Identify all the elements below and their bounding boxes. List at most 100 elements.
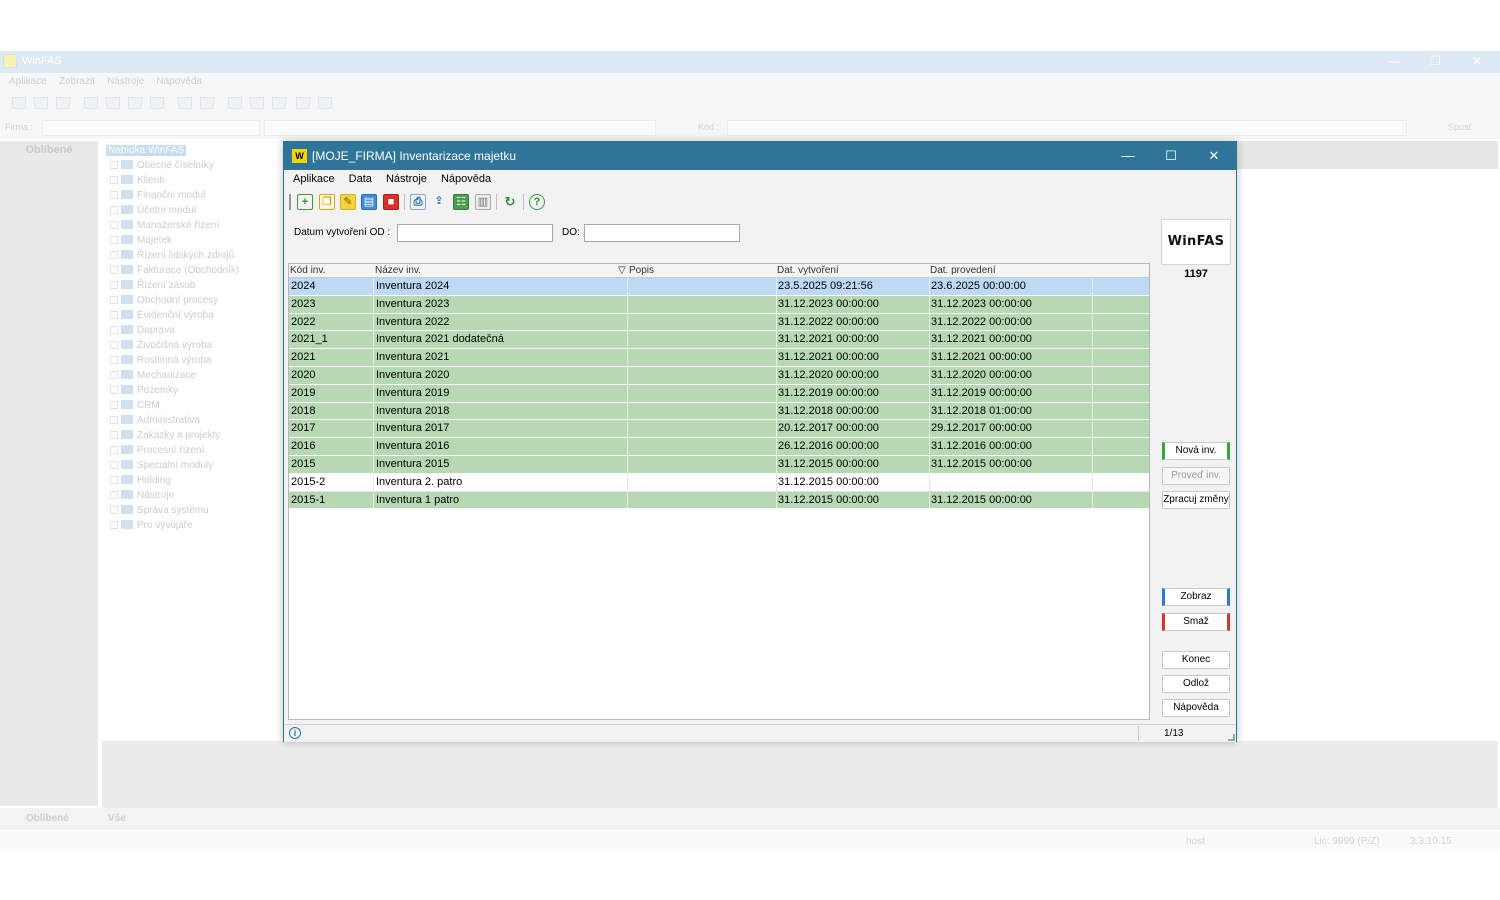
table-row[interactable]: 2019 Inventura 2019 31.12.2019 00:00:00 31.…	[289, 384, 1149, 403]
table-row[interactable]: 2024 Inventura 2024 23.5.2025 09:21:56 23.6…	[289, 278, 1149, 296]
column-divider	[1092, 455, 1093, 474]
cell-nazev: Inventura 2017	[376, 422, 450, 435]
column-divider	[373, 420, 374, 439]
column-header-kod[interactable]: Kód inv.	[290, 265, 325, 276]
table-row[interactable]: 2023 Inventura 2023 31.12.2023 00:00:00 31.…	[289, 295, 1149, 314]
table-row[interactable]: 2018 Inventura 2018 31.12.2018 00:00:00 31.…	[289, 402, 1149, 421]
date-to-input[interactable]	[584, 224, 740, 242]
column-filter-icon[interactable]: ▽	[618, 265, 626, 276]
grid-icon[interactable]: ☷	[453, 194, 469, 210]
cell-kod: 2023	[291, 297, 316, 310]
column-header-nazev[interactable]: Název inv.	[375, 265, 421, 276]
dialog-titlebar[interactable]: W [MOJE_FIRMA] Inventarizace majetku — ☐…	[284, 142, 1236, 170]
cell-provedeni: 31.12.2022 00:00:00	[931, 315, 1032, 328]
column-header-popis[interactable]: Popis	[629, 265, 654, 276]
bg-tree-item-label: Řízení zásob	[137, 280, 196, 291]
cell-provedeni: 31.12.2023 00:00:00	[931, 297, 1032, 310]
cell-provedeni: 31.12.2020 00:00:00	[931, 368, 1032, 381]
info-icon[interactable]: i	[289, 727, 301, 739]
bg-tree-item-label: Mechanizace	[137, 370, 196, 381]
bg-tree-item: Manažerské řízení	[110, 220, 219, 235]
table-row[interactable]: 2016 Inventura 2016 26.12.2016 00:00:00 31.…	[289, 438, 1149, 456]
close-button[interactable]: ✕	[1194, 145, 1234, 167]
cell-nazev: Inventura 2. patro	[376, 475, 463, 488]
delete-record-icon[interactable]: ■	[383, 194, 399, 210]
resize-grip-icon[interactable]	[1228, 734, 1235, 741]
column-divider	[776, 438, 777, 456]
bg-expand-icon	[110, 341, 118, 349]
column-divider	[1092, 384, 1093, 403]
menu-nastroje[interactable]: Nástroje	[386, 173, 427, 185]
column-divider	[1092, 313, 1093, 332]
minimize-button[interactable]: —	[1108, 145, 1148, 167]
table-row[interactable]: 2021 Inventura 2021 31.12.2021 00:00:00 31.…	[289, 349, 1149, 367]
date-from-label: Datum vytvoření OD :	[294, 227, 391, 238]
bg-folder-icon	[121, 355, 133, 364]
columns-icon[interactable]: ▥	[475, 194, 491, 210]
bg-tree-item-label: Evidenční výroba	[137, 310, 214, 321]
bg-toolbar-icon	[128, 97, 142, 109]
delete-button[interactable]: Smaž	[1162, 613, 1230, 631]
bg-folder-icon	[121, 325, 133, 334]
bg-toolbar	[0, 91, 1500, 117]
bg-bottom-tabs: Oblíbené Vše	[0, 808, 1500, 830]
export-icon[interactable]: ⇪	[431, 194, 447, 210]
show-button[interactable]: Zobraz	[1162, 588, 1230, 606]
process-changes-button[interactable]: Zpracuj změny	[1162, 491, 1230, 509]
new-inventory-button[interactable]: Nová inv.	[1162, 442, 1230, 460]
cell-nazev: Inventura 1 patro	[376, 493, 460, 506]
column-header-vytvoreni[interactable]: Dat. vytvoření	[777, 265, 839, 276]
help-icon[interactable]: ?	[529, 194, 545, 210]
cell-nazev: Inventura 2021 dodatečná	[376, 333, 504, 346]
cell-kod: 2015-1	[291, 493, 326, 506]
table-row[interactable]: 2020 Inventura 2020 31.12.2020 00:00:00 31.…	[289, 366, 1149, 385]
refresh-icon[interactable]: ↻	[502, 194, 518, 210]
edit-record-icon[interactable]: ✎	[340, 194, 356, 210]
bg-expand-icon	[110, 371, 118, 379]
menu-aplikace[interactable]: Aplikace	[293, 173, 335, 185]
copy-record-icon[interactable]: ❐	[319, 194, 335, 210]
add-record-icon[interactable]: +	[297, 194, 313, 210]
column-header-provedeni[interactable]: Dat. provedení	[930, 265, 996, 276]
print-icon[interactable]: ⎙	[410, 194, 426, 210]
column-divider	[1092, 331, 1093, 350]
bg-toolbar-icon	[84, 97, 98, 109]
menu-napoveda[interactable]: Nápověda	[441, 173, 491, 185]
bg-expand-icon	[110, 221, 118, 229]
cell-kod: 2015-2	[291, 475, 326, 488]
perform-inventory-button[interactable]: Proveď inv.	[1162, 467, 1230, 485]
table-row[interactable]: 2015-1 Inventura 1 patro 31.12.2015 00:00:…	[289, 491, 1149, 510]
column-divider	[929, 331, 930, 350]
bg-tree-item: Administrativa	[110, 415, 200, 430]
cell-provedeni: 31.12.2021 00:00:00	[931, 333, 1032, 346]
bg-tree-item-label: Majetek	[137, 235, 173, 246]
table-row[interactable]: 2015-2 Inventura 2. patro 31.12.2015 00:00…	[289, 473, 1149, 492]
table-row[interactable]: 2022 Inventura 2022 31.12.2022 00:00:00 31.…	[289, 313, 1149, 332]
bg-firma-label: Firma :	[5, 122, 33, 132]
date-from-input[interactable]	[397, 224, 553, 242]
dialog-statusbar: i 1/13	[284, 724, 1236, 742]
inventory-grid[interactable]: Kód inv. Název inv. ▽ Popis Dat. vytvoře…	[288, 263, 1150, 720]
column-divider	[373, 349, 374, 367]
bg-tree-item-label: Nástroje	[137, 490, 175, 501]
dialog-title: [MOJE_FIRMA] Inventarizace majetku	[312, 149, 517, 163]
column-divider	[627, 313, 628, 332]
maximize-button[interactable]: ☐	[1151, 145, 1191, 167]
bg-module-tree: Nabídka WinFAS Obecné číselníky Klienti Fi…	[102, 141, 282, 791]
bg-tree-item: Obecné číselníky	[110, 160, 214, 175]
bg-toolbar-icon	[106, 97, 120, 109]
detail-record-icon[interactable]: ▤	[361, 194, 377, 210]
end-button[interactable]: Konec	[1162, 651, 1230, 669]
table-row[interactable]: 2015 Inventura 2015 31.12.2015 00:00:00 31.…	[289, 455, 1149, 474]
table-row[interactable]: 2017 Inventura 2017 20.12.2017 00:00:00 29.…	[289, 420, 1149, 439]
bg-folder-icon	[121, 205, 133, 214]
bg-tree-item: Finanční modul	[110, 190, 205, 205]
column-divider	[373, 455, 374, 474]
help-button[interactable]: Nápověda	[1162, 699, 1230, 717]
toolbar-separator	[523, 194, 524, 210]
bg-tab-oblibene: Oblíbené	[26, 813, 69, 824]
table-row[interactable]: 2021_1 Inventura 2021 dodatečná 31.12.2021…	[289, 331, 1149, 350]
toolbar-separator	[404, 194, 405, 210]
menu-data[interactable]: Data	[349, 173, 372, 185]
postpone-button[interactable]: Odlož	[1162, 675, 1230, 693]
